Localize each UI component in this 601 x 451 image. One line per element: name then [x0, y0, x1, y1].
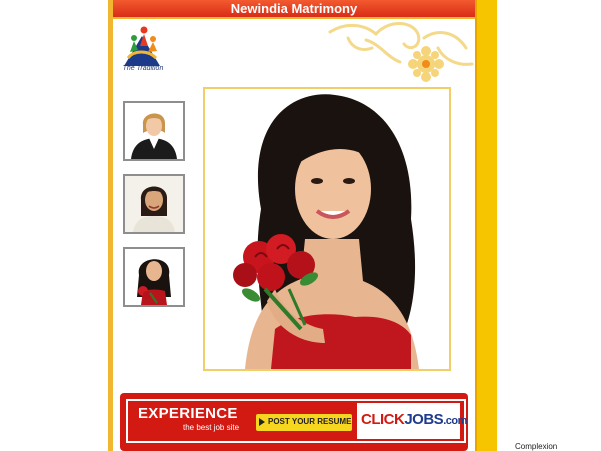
clickjobs-logo: CLICKJOBS.com [357, 403, 467, 439]
businesswoman-photo [125, 103, 183, 159]
clickjobs-logo-jobs: JOBS [404, 411, 444, 428]
complexion-label: Complexion [515, 442, 558, 451]
woman-smiling-photo [125, 176, 183, 232]
profile-photo-woman-roses [205, 89, 449, 369]
site-header: Newindia Matrimony [113, 0, 475, 19]
thumbnail-businesswoman[interactable] [123, 101, 185, 161]
logo-icon [124, 26, 160, 66]
main-profile-photo[interactable] [203, 87, 451, 371]
post-resume-label: POST YOUR RESUME [268, 417, 352, 426]
clickjobs-banner-ad[interactable]: EXPERIENCE the best job site POST YOUR R… [120, 393, 468, 451]
clickjobs-logo-com: .com [443, 415, 467, 427]
post-resume-button[interactable]: POST YOUR RESUME [256, 414, 352, 431]
right-border-strip [477, 0, 497, 451]
left-border-strip [108, 0, 113, 451]
woman-roses-photo [125, 249, 183, 305]
floral-ornament [328, 22, 474, 82]
clickjobs-logo-click: CLICK [361, 411, 405, 428]
play-arrow-icon [259, 418, 265, 426]
thumbnail-woman-smiling[interactable] [123, 174, 185, 234]
banner-headline: EXPERIENCE [138, 405, 238, 422]
banner-subline: the best job site [183, 423, 240, 432]
site-title: Newindia Matrimony [230, 1, 358, 16]
thumbnail-woman-roses[interactable] [123, 247, 185, 307]
banner-frame: EXPERIENCE the best job site POST YOUR R… [126, 399, 467, 443]
logo-tagline: The Tradition [122, 65, 164, 72]
